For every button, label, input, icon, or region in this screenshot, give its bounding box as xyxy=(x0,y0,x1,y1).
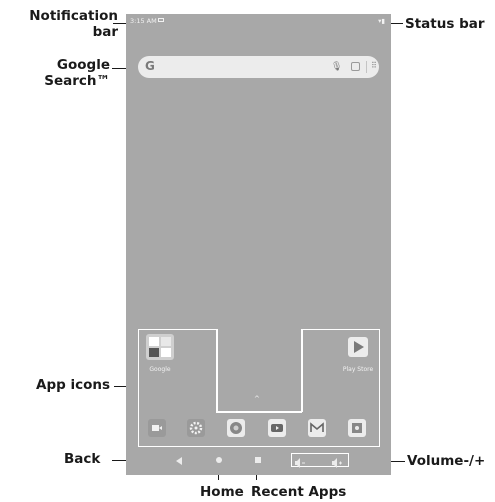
status-time: 3:15 AM xyxy=(130,17,157,25)
gmail-icon[interactable] xyxy=(308,419,326,437)
notification-icon xyxy=(158,18,164,22)
app-icons-label: App icons xyxy=(36,377,111,393)
back-button-icon[interactable] xyxy=(176,457,182,465)
google-search-label: Google Search™ xyxy=(44,57,110,89)
recent-apps-button-icon[interactable] xyxy=(255,457,261,463)
play-store-label: Play Store xyxy=(342,366,374,373)
volume-label: Volume-/+ xyxy=(407,453,486,469)
outline-inner-right xyxy=(301,329,303,412)
volume-icons xyxy=(295,458,342,468)
play-store-icon[interactable] xyxy=(348,337,368,357)
home-button-icon[interactable] xyxy=(216,457,222,463)
play-triangle-icon xyxy=(354,341,364,353)
apps-grid-icon[interactable]: ⠿ xyxy=(371,61,380,71)
volume-controls xyxy=(291,453,349,468)
app-drawer-caret-icon[interactable]: ^ xyxy=(254,395,260,403)
search-separator xyxy=(366,61,367,73)
app-area-dock-outline xyxy=(138,411,380,447)
recent-apps-label: Recent Apps xyxy=(251,484,347,500)
gmail-glyph xyxy=(310,422,324,432)
photos-glyph xyxy=(352,423,362,433)
home-label: Home xyxy=(200,484,244,500)
google-search-bar[interactable]: G 🎙 ⠿ xyxy=(138,56,379,78)
outline-middle-bottom xyxy=(216,411,302,413)
phone-screen: 3:15 AM ▾▮ G 🎙 ⠿ Google Play Store ^ xyxy=(126,14,391,475)
wifi-battery-icon: ▾▮ xyxy=(378,17,385,25)
google-folder-icon[interactable] xyxy=(146,334,174,360)
navigation-bar xyxy=(126,451,391,473)
google-folder-label: Google xyxy=(149,366,171,373)
settings-gear-icon[interactable] xyxy=(187,419,205,437)
chrome-icon[interactable] xyxy=(227,419,245,437)
google-search-callout: Google Search™ xyxy=(30,57,110,89)
camera-icon[interactable] xyxy=(148,419,166,437)
status-bar: 3:15 AM ▾▮ xyxy=(126,14,391,28)
back-label: Back xyxy=(64,451,101,467)
youtube-icon[interactable] xyxy=(268,419,286,437)
lens-icon[interactable] xyxy=(351,62,360,71)
mic-icon[interactable]: 🎙 xyxy=(331,62,342,72)
camera-glyph xyxy=(152,425,162,431)
chrome-glyph xyxy=(230,422,242,434)
folder-mini-2 xyxy=(161,337,171,346)
status-bar-label: Status bar xyxy=(405,16,485,32)
status-bar-leader xyxy=(390,23,403,24)
folder-mini-1 xyxy=(149,337,159,346)
outline-inner-left xyxy=(216,329,218,412)
gear-glyph xyxy=(189,421,203,435)
photos-icon[interactable] xyxy=(348,419,366,437)
notification-bar-label: Notification bar xyxy=(29,8,118,40)
folder-mini-3 xyxy=(149,348,159,357)
google-g-icon: G xyxy=(145,59,155,73)
youtube-glyph xyxy=(271,424,283,432)
notification-bar-callout: Notification bar xyxy=(8,8,118,40)
folder-mini-4 xyxy=(161,348,171,357)
